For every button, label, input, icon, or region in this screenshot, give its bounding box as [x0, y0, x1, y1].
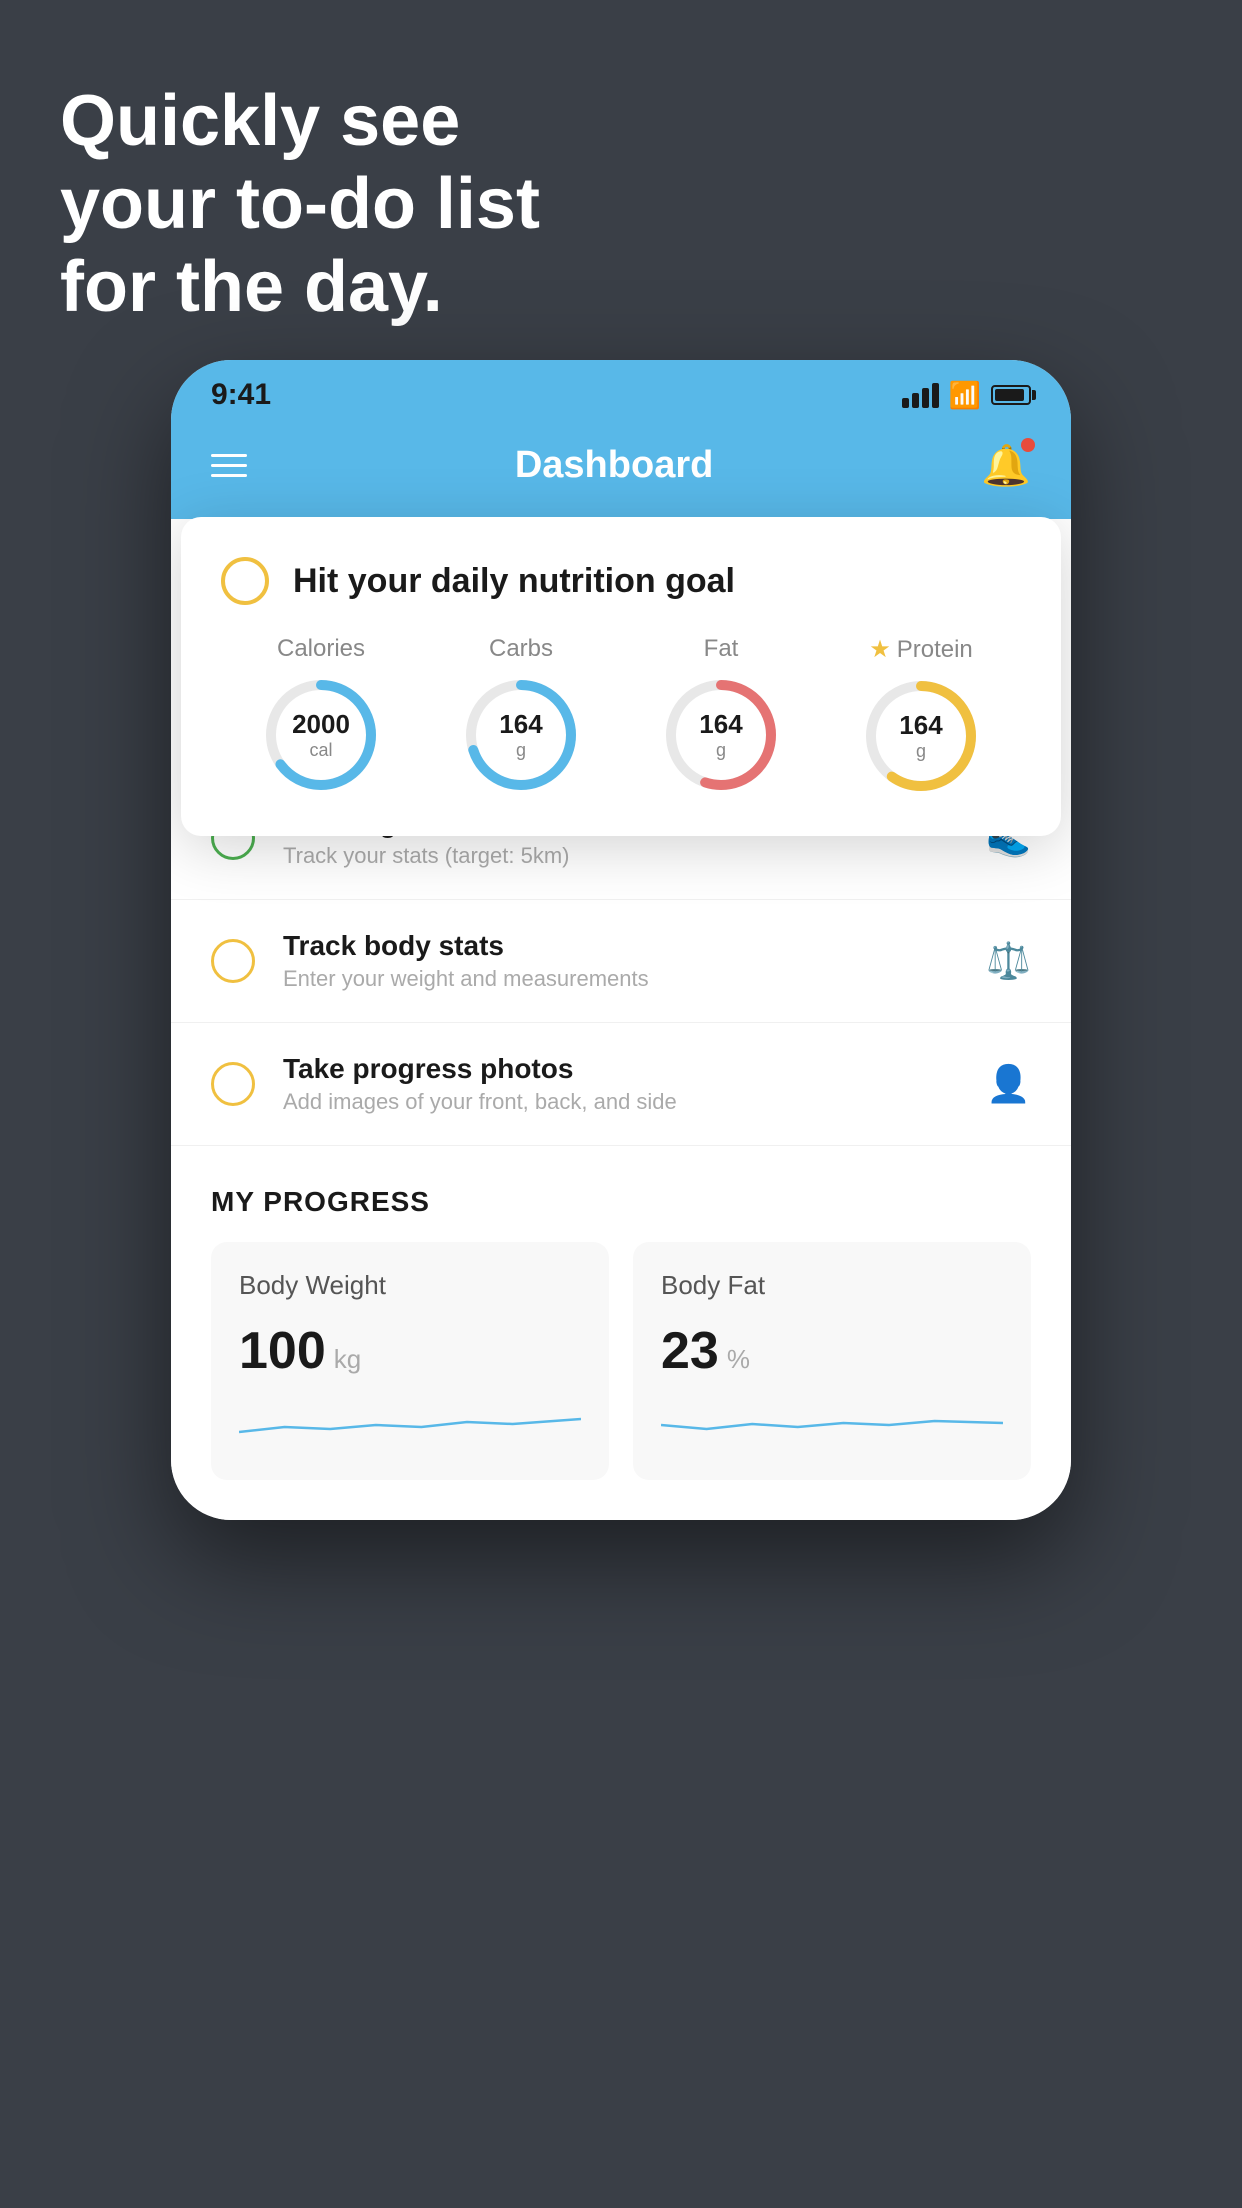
status-bar: 9:41 📶 — [171, 360, 1071, 422]
progress-header: MY PROGRESS — [211, 1186, 1031, 1218]
phone-screen: 9:41 📶 Dashboard 🔔 — [171, 360, 1071, 1520]
carbs-label: Carbs — [489, 635, 553, 663]
phone-content: THINGS TO DO TODAY Hit your daily nutrit… — [171, 519, 1071, 1520]
todo-circle-body-stats — [211, 939, 255, 983]
todo-sub-running: Track your stats (target: 5km) — [283, 843, 958, 869]
notification-dot — [1021, 438, 1035, 452]
nutrition-protein: ★ Protein 164 g — [861, 635, 981, 796]
hero-line2: your to-do list — [60, 163, 540, 246]
carbs-value: 164 g — [499, 709, 542, 761]
phone-mockup: 9:41 📶 Dashboard 🔔 — [171, 360, 1071, 1520]
hero-line3: for the day. — [60, 246, 540, 329]
todo-title-photos: Take progress photos — [283, 1053, 958, 1085]
nav-bar: Dashboard 🔔 — [171, 422, 1071, 519]
scale-icon: ⚖️ — [986, 940, 1031, 982]
card-title: Hit your daily nutrition goal — [293, 562, 735, 601]
hero-text: Quickly see your to-do list for the day. — [60, 80, 540, 328]
wifi-icon: 📶 — [949, 380, 981, 411]
protein-donut: 164 g — [861, 676, 981, 796]
body-fat-value: 23 — [661, 1321, 719, 1381]
progress-section: MY PROGRESS Body Weight 100 kg Body F — [171, 1146, 1071, 1520]
protein-value: 164 g — [899, 710, 942, 762]
todo-circle-photos — [211, 1062, 255, 1106]
body-weight-sparkline — [239, 1397, 581, 1447]
fat-label: Fat — [704, 635, 739, 663]
star-icon: ★ — [869, 635, 891, 664]
hero-line1: Quickly see — [60, 80, 540, 163]
calories-value: 2000 cal — [292, 709, 350, 761]
calories-donut: 2000 cal — [261, 675, 381, 795]
body-fat-value-row: 23 % — [661, 1321, 1003, 1381]
nutrition-card: Hit your daily nutrition goal Calories — [181, 517, 1061, 836]
body-fat-title: Body Fat — [661, 1270, 1003, 1301]
status-time: 9:41 — [211, 378, 271, 412]
body-weight-value-row: 100 kg — [239, 1321, 581, 1381]
body-fat-card[interactable]: Body Fat 23 % — [633, 1242, 1031, 1480]
body-weight-title: Body Weight — [239, 1270, 581, 1301]
protein-label: ★ Protein — [869, 635, 973, 664]
body-fat-unit: % — [727, 1344, 750, 1375]
body-fat-sparkline — [661, 1397, 1003, 1447]
nutrition-carbs: Carbs 164 g — [461, 635, 581, 795]
nutrition-calories: Calories 2000 cal — [261, 635, 381, 795]
card-status-circle — [221, 557, 269, 605]
fat-donut: 164 g — [661, 675, 781, 795]
photo-icon: 👤 — [986, 1063, 1031, 1105]
battery-fill — [995, 389, 1024, 401]
calories-label: Calories — [277, 635, 365, 663]
todo-item-body-stats[interactable]: Track body stats Enter your weight and m… — [171, 900, 1071, 1023]
todo-sub-body-stats: Enter your weight and measurements — [283, 966, 958, 992]
todo-info-photos: Take progress photos Add images of your … — [283, 1053, 958, 1115]
card-title-row: Hit your daily nutrition goal — [221, 557, 1021, 605]
hamburger-menu-button[interactable] — [211, 454, 247, 477]
carbs-donut: 164 g — [461, 675, 581, 795]
body-weight-unit: kg — [334, 1344, 361, 1375]
todo-info-body-stats: Track body stats Enter your weight and m… — [283, 930, 958, 992]
body-weight-card[interactable]: Body Weight 100 kg — [211, 1242, 609, 1480]
progress-cards: Body Weight 100 kg Body Fat 23 — [211, 1242, 1031, 1480]
nutrition-row: Calories 2000 cal — [221, 635, 1021, 796]
todo-item-photos[interactable]: Take progress photos Add images of your … — [171, 1023, 1071, 1146]
signal-icon — [902, 383, 939, 408]
fat-value: 164 g — [699, 709, 742, 761]
nav-title: Dashboard — [515, 444, 713, 487]
battery-icon — [991, 385, 1031, 405]
notification-bell-button[interactable]: 🔔 — [981, 442, 1031, 489]
todo-sub-photos: Add images of your front, back, and side — [283, 1089, 958, 1115]
body-weight-value: 100 — [239, 1321, 326, 1381]
todo-title-body-stats: Track body stats — [283, 930, 958, 962]
status-icons: 📶 — [902, 380, 1031, 411]
nutrition-fat: Fat 164 g — [661, 635, 781, 795]
